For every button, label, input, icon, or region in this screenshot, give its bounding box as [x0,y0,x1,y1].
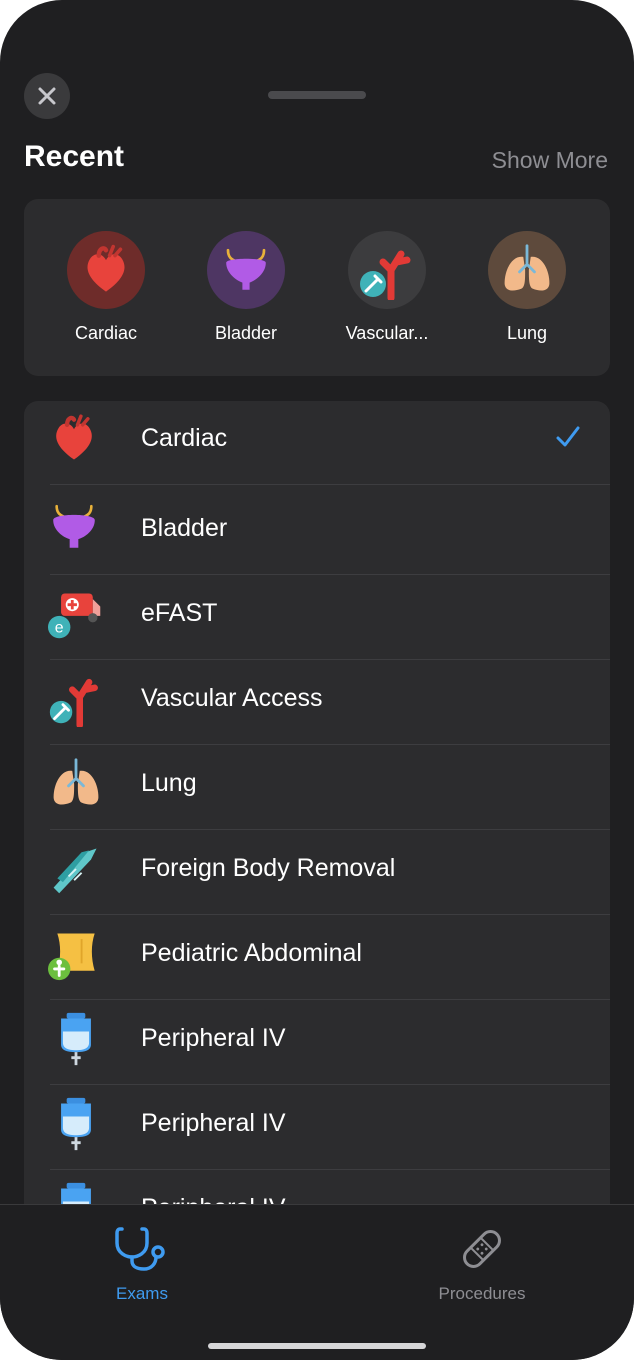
recent-item-label: Cardiac [74,323,138,343]
close-button[interactable] [24,73,70,119]
heart-icon [67,231,145,309]
exam-row-peripheral-iv[interactable]: Peripheral IV [24,1001,610,1085]
forceps-icon [48,841,108,901]
exam-row-label: Lung [141,769,197,797]
exam-row-label: Peripheral IV [141,1109,286,1137]
exam-row-efast[interactable]: e eFAST [24,576,610,660]
tab-exams[interactable]: Exams [42,1225,242,1304]
exam-picker-sheet: Recent Show More Cardiac Bladder Vascula… [0,0,634,1360]
exam-row-peripheral-iv[interactable]: Peripheral IV [24,1086,610,1170]
row-divider [50,744,610,745]
sheet-grabber[interactable] [268,91,366,99]
row-divider [50,659,610,660]
exam-row-pediatric-abdominal[interactable]: Pediatric Abdominal [24,916,610,1000]
exam-row-lung[interactable]: Lung [24,746,610,830]
recent-item-label: Vascular... [345,323,429,343]
pediatric-abdomen-icon [48,926,108,986]
tab-bar: Exams Procedures [0,1204,634,1360]
svg-text:e: e [55,620,64,637]
tab-exams-label: Exams [116,1284,168,1303]
heart-icon [48,411,108,471]
exam-row-bladder[interactable]: Bladder [24,491,610,575]
recent-exams-card: Cardiac Bladder Vascular... Lung [24,199,610,376]
row-divider [50,829,610,830]
vascular-access-icon [48,671,108,731]
iv-bag-icon [48,1011,108,1071]
exam-row-cardiac[interactable]: Cardiac [24,401,610,485]
recent-item-vascular-access[interactable]: Vascular... [322,231,452,344]
recent-item-label: Lung [506,323,548,343]
tab-procedures[interactable]: Procedures [382,1225,582,1304]
bladder-icon [207,231,285,309]
section-title-recent: Recent [24,140,125,173]
row-divider [50,1084,610,1085]
home-indicator[interactable] [208,1343,426,1349]
exam-row-label: eFAST [141,599,218,627]
exam-row-foreign-body-removal[interactable]: Foreign Body Removal [24,831,610,915]
exam-row-vascular-access[interactable]: Vascular Access [24,661,610,745]
ambulance-icon: e [48,586,108,646]
stethoscope-icon [115,1227,165,1271]
exam-row-label: Vascular Access [141,684,323,712]
lung-icon [488,231,566,309]
exam-row-label: Pediatric Abdominal [141,939,362,967]
recent-item-label: Bladder [214,323,278,343]
exam-list: Cardiac Bladder e eFAST Vascular Access … [24,401,610,1221]
checkmark-icon [556,426,580,447]
iv-bag-icon [48,1096,108,1156]
recent-item-bladder[interactable]: Bladder [181,231,311,344]
bandage-icon [463,1230,501,1268]
close-icon [38,87,56,105]
recent-item-lung[interactable]: Lung [462,231,592,344]
recent-item-cardiac[interactable]: Cardiac [41,231,171,344]
row-divider [50,484,610,485]
row-divider [50,999,610,1000]
row-divider [50,1169,610,1170]
tab-procedures-label: Procedures [438,1284,526,1303]
bladder-icon [48,501,108,561]
show-more-link[interactable]: Show More [492,147,608,174]
lung-icon [48,756,108,816]
exam-row-label: Peripheral IV [141,1024,286,1052]
vascular-access-icon [348,231,426,309]
row-divider [50,574,610,575]
exam-row-label: Foreign Body Removal [141,854,396,882]
row-divider [50,914,610,915]
exam-row-label: Bladder [141,514,228,542]
exam-row-label: Cardiac [141,424,228,452]
